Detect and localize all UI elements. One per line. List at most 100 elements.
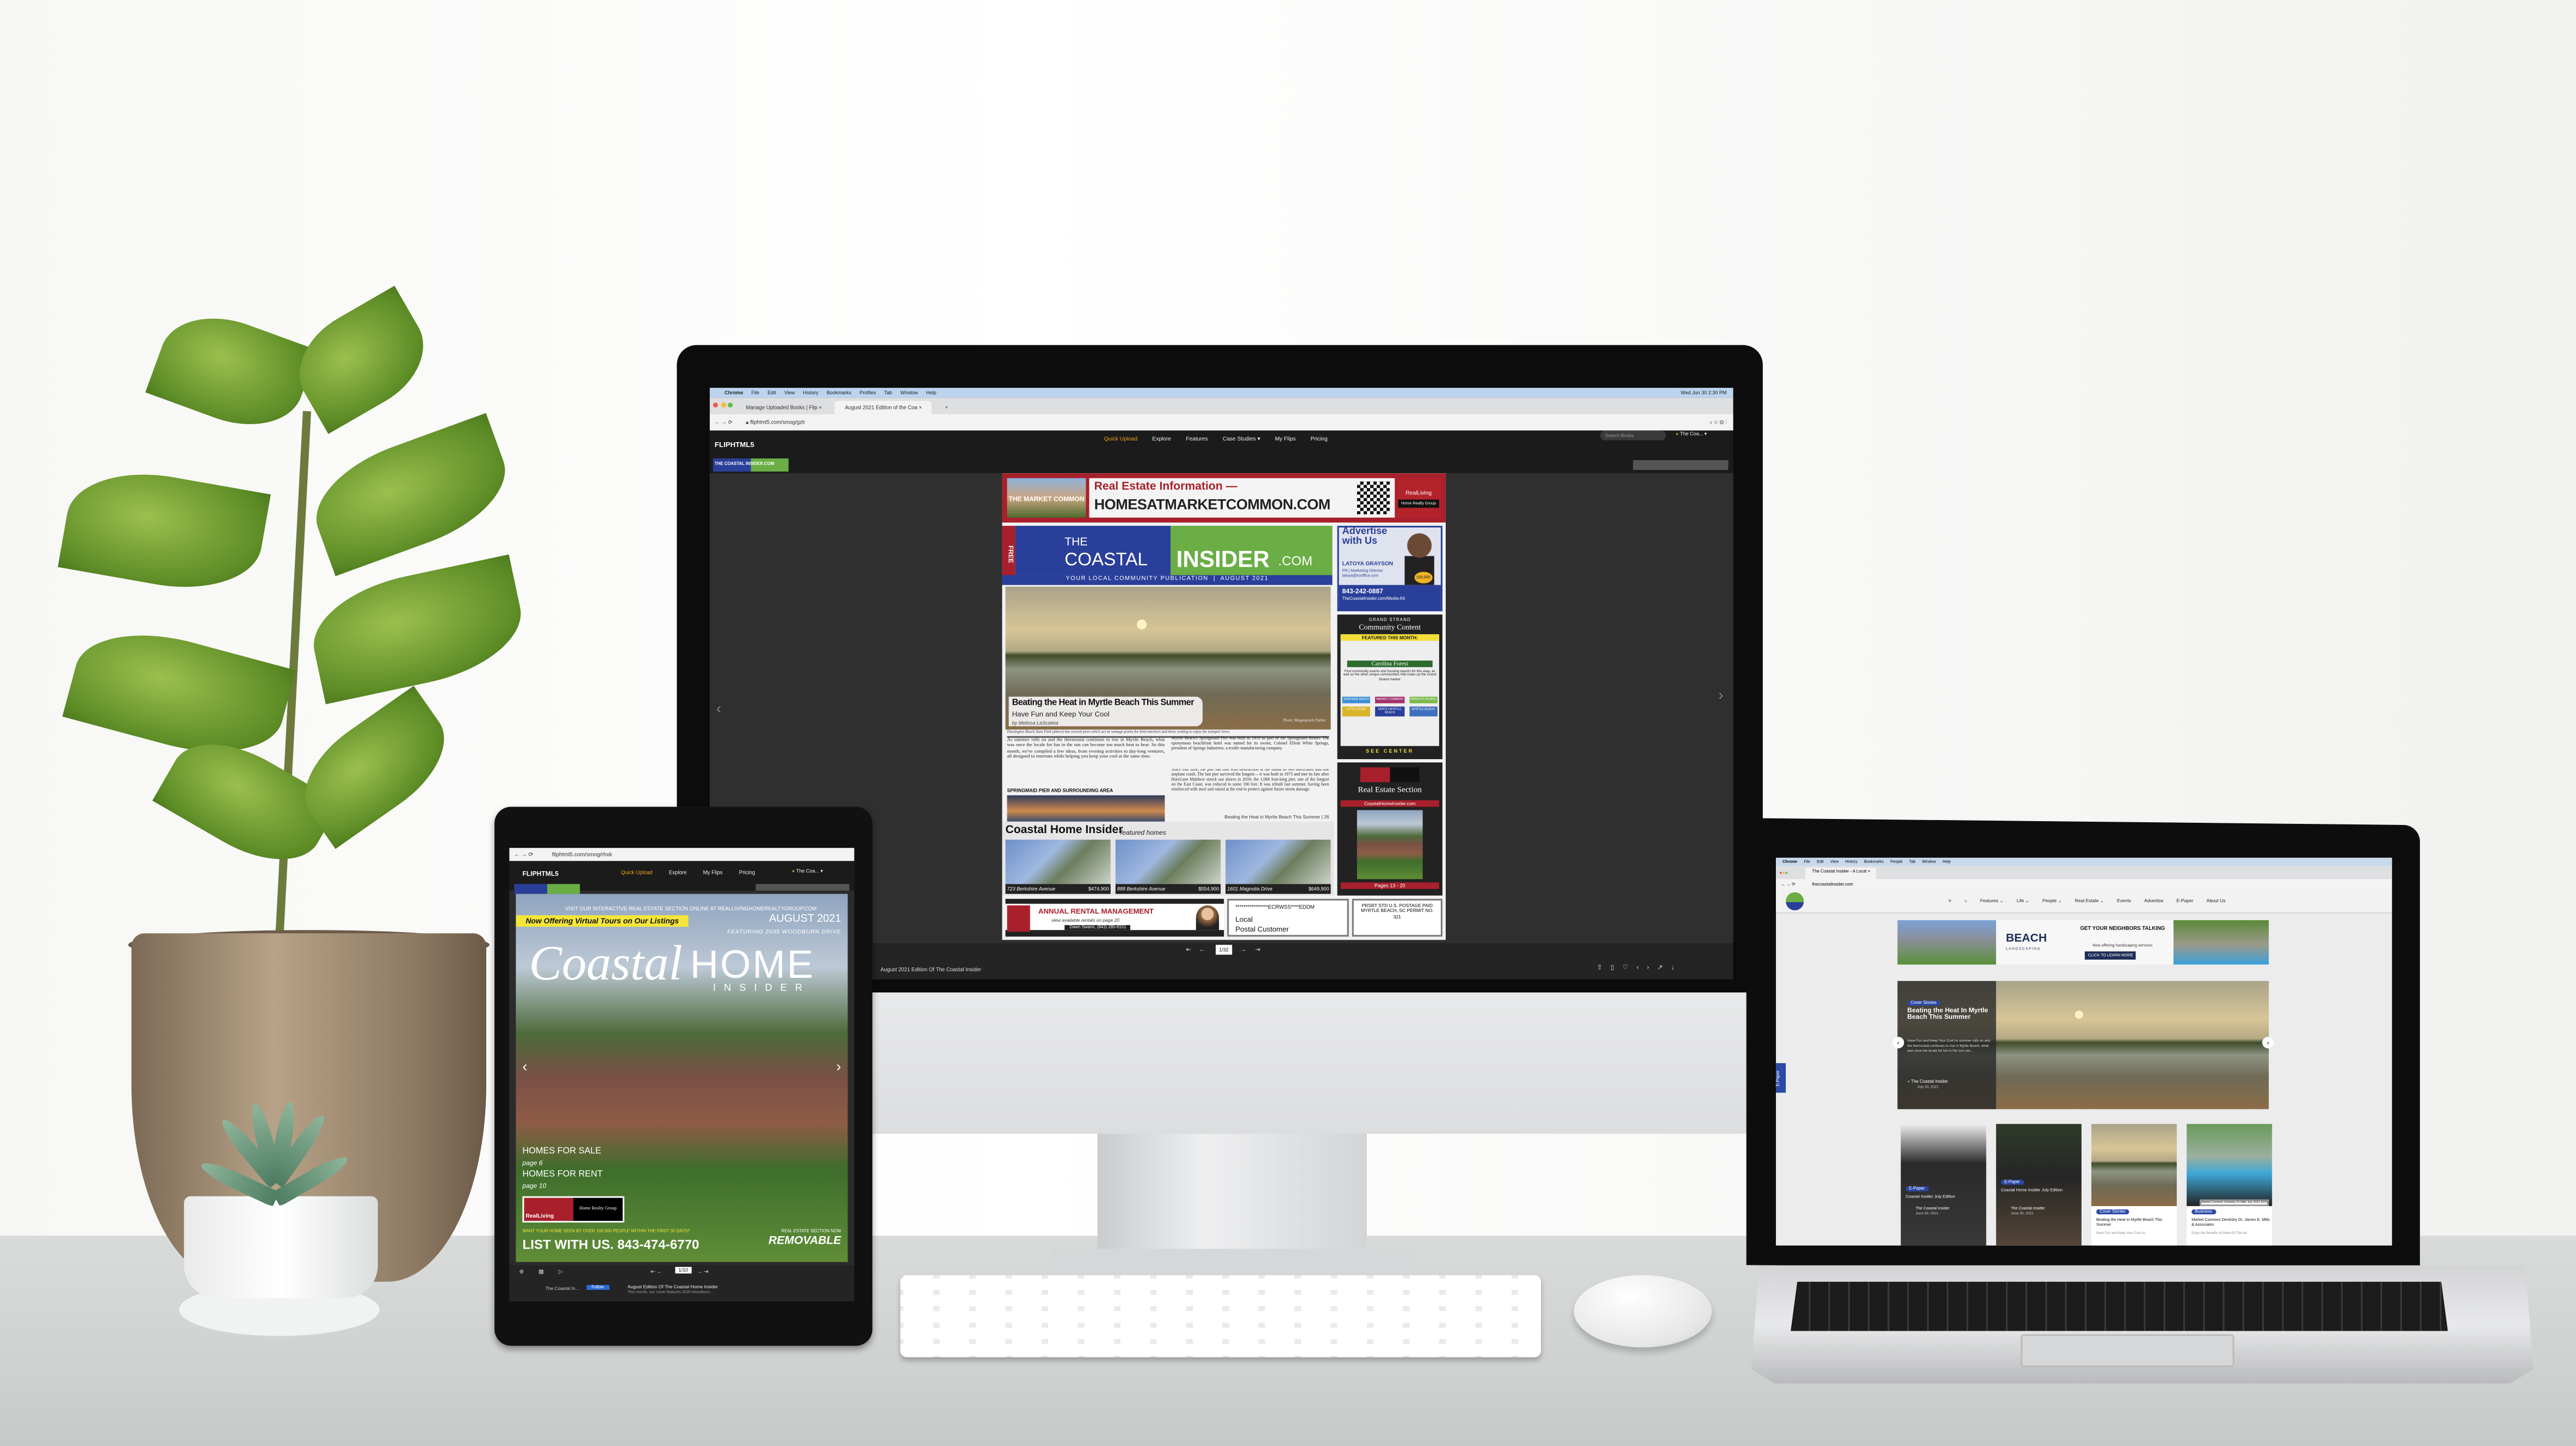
see-center-link[interactable]: SEE CENTER <box>1337 748 1442 754</box>
nav-explore[interactable]: Explore <box>1152 436 1171 442</box>
slider-next-button[interactable]: › <box>2262 1037 2274 1048</box>
card-category[interactable]: Business <box>2191 1209 2216 1214</box>
close-icon[interactable]: × <box>919 404 922 411</box>
card-category[interactable]: E-Paper <box>1905 1186 1928 1191</box>
nav-back-forward-reload-icons[interactable]: ← → ⟳ <box>514 851 533 858</box>
nav-case-studies[interactable]: Case Studies ▾ <box>1223 436 1260 442</box>
nav-pricing[interactable]: Pricing <box>739 869 755 876</box>
menu-view[interactable]: View <box>1830 859 1839 864</box>
coastal-insider-logo[interactable]: THE COASTAL INSIDER.COM <box>713 458 789 472</box>
window-controls[interactable]: ●●● <box>1779 869 1788 876</box>
share-like-embed-download-icons[interactable]: ⇧▯♡‹›↗↓ <box>1597 963 1683 971</box>
tab-manage-books[interactable]: Manage Uploaded Books | Flip × <box>736 401 832 414</box>
next-page-arrow[interactable]: › <box>1718 687 1723 703</box>
search-field[interactable] <box>756 884 850 891</box>
nav-back-forward-reload-icons[interactable]: ← → ⟳ <box>715 419 733 426</box>
menu-edit[interactable]: Edit <box>1817 859 1823 864</box>
nav-my-flips[interactable]: My Flips <box>1275 436 1296 442</box>
tab-coastal-insider[interactable]: The Coastal Insider - A Local × <box>1805 867 1877 879</box>
first-page-button[interactable]: ⇤ <box>1186 946 1191 953</box>
card-title[interactable]: Beating the Heat In Myrtle Beach This Su… <box>2096 1218 2175 1227</box>
hero-slider[interactable]: Cover Stories Beating the Heat In Myrtle… <box>1892 980 2274 1109</box>
nav-e-paper[interactable]: E-Paper <box>2177 897 2194 904</box>
minimize-window-button[interactable] <box>720 402 726 408</box>
next-page-button[interactable]: → <box>1240 946 1246 953</box>
prev-page-button[interactable]: ← <box>1199 946 1205 953</box>
first-prev-buttons[interactable]: ⇤ ← <box>651 1269 662 1275</box>
menu-help[interactable]: Help <box>926 389 937 396</box>
town-badge[interactable]: NORTH MYRTLE BEACH <box>1376 706 1404 717</box>
card-title[interactable]: Coastal Home Insider July Edition <box>2001 1188 2083 1193</box>
fliphtml5-logo[interactable]: FLIPHTML5 <box>522 869 558 877</box>
tab-august-edition[interactable]: August 2021 Edition of the Coa × <box>835 401 932 414</box>
menu-help[interactable]: Help <box>1942 859 1950 864</box>
town-badge[interactable]: MYRTLE BEACH <box>1409 706 1438 717</box>
coastal-insider-logo[interactable] <box>1786 892 1804 910</box>
coastal-insider-logo[interactable] <box>514 884 580 894</box>
menu-tab[interactable]: Tab <box>884 389 893 396</box>
nav-back-forward-reload-icons[interactable]: ← → ⟳ <box>1781 883 1795 888</box>
search-field[interactable] <box>1633 460 1729 470</box>
user-menu[interactable]: ● The Coa... ▾ <box>1676 431 1707 437</box>
user-menu[interactable]: ● The Coa... ▾ <box>792 867 823 874</box>
beach-landscaping-ad[interactable]: BEACH LANDSCAPING GET YOUR NEIGHBORS TAL… <box>1897 920 2269 965</box>
nav-real-estate[interactable]: Real Estate ⌄ <box>2075 897 2104 904</box>
card-category[interactable]: Cover Stories <box>2096 1209 2129 1214</box>
ad-cta-button[interactable]: CLICK TO LEARN MORE <box>2084 951 2137 960</box>
maximize-window-button[interactable] <box>728 402 733 408</box>
nav-events[interactable]: Events <box>2117 897 2131 904</box>
menu-chrome[interactable]: Chrome <box>1782 859 1797 864</box>
publisher-name[interactable]: The Coastal In... <box>546 1285 579 1292</box>
nav-explore[interactable]: Explore <box>669 869 687 876</box>
menu-view[interactable]: View <box>784 389 795 396</box>
last-page-button[interactable]: ⇥ <box>1255 946 1260 953</box>
town-badge[interactable]: LITTLE RIVER <box>1342 706 1371 717</box>
browser-toolbar-icons[interactable]: ⌕ ☆ ⚙ ⋮ <box>1710 419 1726 426</box>
e-paper-side-tab[interactable]: E-Paper <box>1776 1063 1786 1093</box>
hero-category-badge[interactable]: Cover Stories <box>1907 1001 1940 1006</box>
nav-features[interactable]: Features ⌄ <box>1980 897 2004 904</box>
page-indicator[interactable]: 1/10 <box>675 1267 692 1274</box>
nav-about-us[interactable]: About Us <box>2207 897 2226 904</box>
menu-window[interactable]: Window <box>1922 859 1936 864</box>
home-listing[interactable]: 888 Berkshire Avenue $554,900 <box>1115 840 1221 894</box>
hero-title[interactable]: Beating the Heat In Myrtle Beach This Su… <box>1908 1006 1993 1022</box>
menu-chrome[interactable]: Chrome <box>725 389 743 396</box>
menu-file[interactable]: File <box>751 389 759 396</box>
page-indicator[interactable]: 1/32 <box>1216 945 1232 955</box>
menu-history[interactable]: History <box>1845 859 1857 864</box>
card-title[interactable]: Market Common Dentistry Dr. James E. Mil… <box>2191 1218 2270 1227</box>
next-last-buttons[interactable]: → ⇥ <box>697 1269 709 1275</box>
menu-tab[interactable]: Tab <box>1909 859 1916 864</box>
home-insider-cover[interactable]: VISIT OUR INTERACTIVE REAL ESTATE SECTIO… <box>516 893 848 1262</box>
article-card[interactable]: Market Common Dentistry Dr Mills July 20… <box>2187 1124 2272 1246</box>
nav-quick-upload[interactable]: Quick Upload <box>1104 436 1137 442</box>
menu-bookmarks[interactable]: Bookmarks <box>827 389 851 396</box>
menu-people[interactable]: People <box>1890 859 1903 864</box>
prev-page-arrow[interactable]: ‹ <box>716 700 721 716</box>
nav-advertise[interactable]: Advertise <box>2144 897 2163 904</box>
home-listing[interactable]: 1601 Magnolia Drive $649,900 <box>1225 840 1331 894</box>
card-category[interactable]: E-Paper <box>2001 1180 2023 1185</box>
tablet-address-bar[interactable]: ← → ⟳ fliphtml5.com/smog/rhxk <box>509 848 854 861</box>
nav-life[interactable]: Life ⌄ <box>2017 897 2029 904</box>
home-listing[interactable]: 723 Berkshire Avenue $474,900 <box>1005 840 1111 894</box>
card-title[interactable]: Coastal Insider July Edition <box>1906 1195 1955 1200</box>
nav-my-flips[interactable]: My Flips <box>703 869 723 876</box>
search-books-input[interactable]: Search Books <box>1600 430 1666 440</box>
close-window-button[interactable] <box>713 402 718 408</box>
fliphtml5-logo[interactable]: FLIPHTML5 <box>715 440 754 449</box>
menu-history[interactable]: History <box>803 389 818 396</box>
slider-prev-button[interactable]: ‹ <box>1892 1037 1904 1048</box>
menu-edit[interactable]: Edit <box>767 389 776 396</box>
menu-icon[interactable]: ≡ <box>1948 897 1951 904</box>
nav-people[interactable]: People ⌄ <box>2042 897 2062 904</box>
town-badge[interactable]: MARKET COMMON <box>1376 697 1404 704</box>
home-icon[interactable]: ⌂ <box>1964 897 1967 904</box>
menu-window[interactable]: Window <box>900 389 918 396</box>
article-card[interactable]: E-Paper Coastal Home Insider July Editio… <box>1996 1124 2082 1246</box>
article-card[interactable]: Cover Stories Beating the Heat In Myrtle… <box>2091 1124 2177 1246</box>
new-tab-button[interactable]: + <box>935 401 958 414</box>
town-badge[interactable]: SURFSIDE BEACH <box>1342 697 1371 704</box>
nav-quick-upload[interactable]: Quick Upload <box>621 869 653 876</box>
